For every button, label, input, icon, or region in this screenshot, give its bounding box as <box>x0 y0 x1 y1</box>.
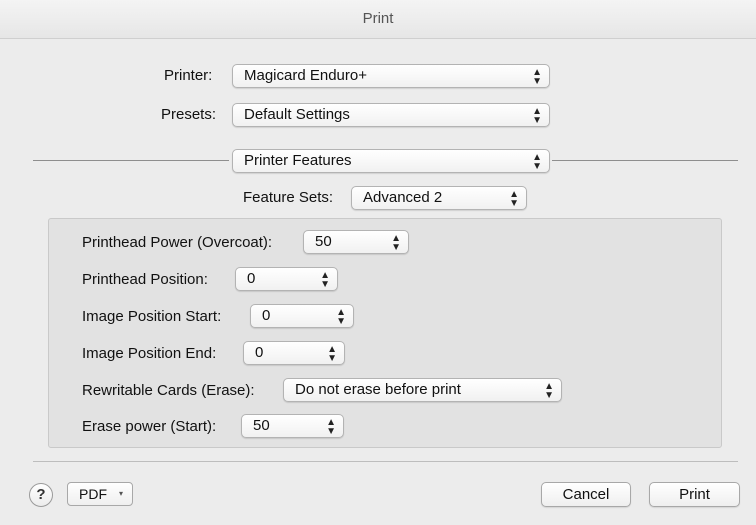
updown-chevron-icon: ▲ ▼ <box>532 67 542 87</box>
feature-label-printhead-power: Printhead Power (Overcoat): <box>82 234 273 251</box>
window-titlebar: Print <box>0 0 756 39</box>
rewritable-cards-popup[interactable]: Do not erase before print ▲ ▼ <box>283 378 562 402</box>
printhead-power-popup[interactable]: 50 ▲ ▼ <box>303 230 409 254</box>
updown-chevron-icon: ▲ ▼ <box>532 106 542 126</box>
window-title: Print <box>362 10 394 27</box>
printhead-position-value: 0 <box>247 270 256 287</box>
section-value: Printer Features <box>244 152 352 169</box>
printer-value: Magicard Enduro+ <box>244 67 367 84</box>
image-position-start-value: 0 <box>262 307 271 324</box>
pdf-menu-button[interactable]: PDF ▾ <box>67 482 133 506</box>
feature-label-image-position-end: Image Position End: <box>82 345 217 362</box>
printer-label: Printer: <box>164 67 213 84</box>
feature-label-printhead-position: Printhead Position: <box>82 271 208 288</box>
cancel-button[interactable]: Cancel <box>541 482 631 507</box>
updown-chevron-icon: ▲ ▼ <box>509 189 519 209</box>
updown-chevron-icon: ▲ ▼ <box>320 270 330 290</box>
image-position-end-value: 0 <box>255 344 264 361</box>
feature-label-rewritable-cards: Rewritable Cards (Erase): <box>82 382 255 399</box>
updown-chevron-icon: ▲ ▼ <box>544 381 554 401</box>
feature-sets-popup[interactable]: Advanced 2 ▲ ▼ <box>351 186 527 210</box>
footer-divider <box>33 461 738 462</box>
image-position-start-popup[interactable]: 0 ▲ ▼ <box>250 304 354 328</box>
updown-chevron-icon: ▲ ▼ <box>327 344 337 364</box>
presets-popup[interactable]: Default Settings ▲ ▼ <box>232 103 550 127</box>
feature-sets-value: Advanced 2 <box>363 189 443 206</box>
rewritable-cards-value: Do not erase before print <box>295 381 461 398</box>
question-mark-icon: ? <box>36 486 46 503</box>
pdf-label: PDF <box>79 486 107 502</box>
printer-popup[interactable]: Magicard Enduro+ ▲ ▼ <box>232 64 550 88</box>
presets-value: Default Settings <box>244 106 350 123</box>
presets-label: Presets: <box>161 106 217 123</box>
erase-power-value: 50 <box>253 417 270 434</box>
updown-chevron-icon: ▲ ▼ <box>326 417 336 437</box>
print-button[interactable]: Print <box>649 482 740 507</box>
updown-chevron-icon: ▲ ▼ <box>391 233 401 253</box>
triangle-down-icon: ▾ <box>118 489 123 498</box>
feature-label-erase-power: Erase power (Start): <box>82 418 217 435</box>
feature-sets-label: Feature Sets: <box>243 189 334 206</box>
section-divider-right <box>552 160 738 161</box>
printhead-position-popup[interactable]: 0 ▲ ▼ <box>235 267 338 291</box>
section-popup[interactable]: Printer Features ▲ ▼ <box>232 149 550 173</box>
help-button[interactable]: ? <box>29 483 53 507</box>
updown-chevron-icon: ▲ ▼ <box>532 152 542 172</box>
cancel-label: Cancel <box>562 486 610 503</box>
updown-chevron-icon: ▲ ▼ <box>336 307 346 327</box>
printhead-power-value: 50 <box>315 233 332 250</box>
erase-power-popup[interactable]: 50 ▲ ▼ <box>241 414 344 438</box>
image-position-end-popup[interactable]: 0 ▲ ▼ <box>243 341 345 365</box>
feature-label-image-position-start: Image Position Start: <box>82 308 222 325</box>
print-label: Print <box>679 486 710 503</box>
section-divider-left <box>33 160 229 161</box>
